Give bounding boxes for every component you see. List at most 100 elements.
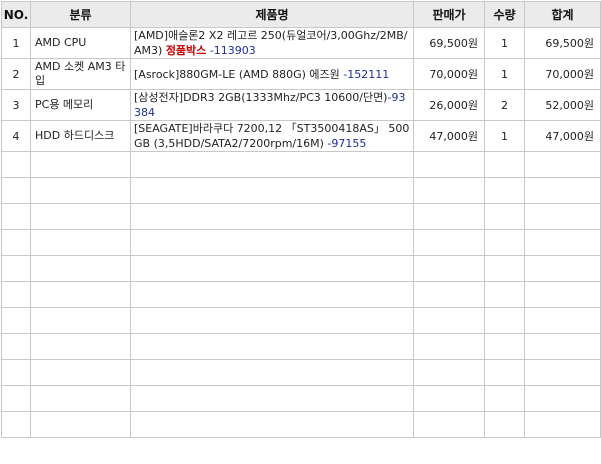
table-row: 1 AMD CPU [AMD]애슬론2 X2 레고르 250(듀얼코어/3,00… [1,27,601,59]
empty-row [1,385,601,412]
product-code: -152111 [343,67,390,81]
empty-cell [413,333,485,360]
empty-cell [413,385,485,412]
empty-cell [30,411,131,438]
row-product: [SEAGATE]바라쿠다 7200,12 「ST3500418AS」 500G… [130,120,414,152]
empty-cell [484,229,525,256]
empty-row [1,255,601,282]
row-no: 1 [1,27,31,59]
empty-cell [1,229,31,256]
empty-row [1,203,601,230]
empty-cell [1,281,31,308]
empty-cell [1,177,31,204]
empty-cell [484,411,525,438]
empty-cell [413,411,485,438]
empty-cell [30,203,131,230]
empty-cell [524,281,601,308]
table-row: 3 PC용 메모리 [삼성전자]DDR3 2GB(1333Mhz/PC3 106… [1,89,601,121]
row-product: [Asrock]880GM-LE (AMD 880G) 에즈원 -152111 [130,58,414,90]
empty-cell [484,359,525,386]
empty-cell [413,281,485,308]
row-category: PC용 메모리 [30,89,131,121]
empty-cell [30,281,131,308]
empty-cell [413,177,485,204]
empty-cell [130,281,414,308]
product-name: [삼성전자]DDR3 2GB(1333Mhz/PC3 10600/단면) [134,91,388,104]
empty-cell [1,151,31,178]
empty-row [1,307,601,334]
empty-cell [524,411,601,438]
row-total: 52,000원 [524,89,601,121]
empty-cell [30,255,131,282]
gift-badge: 정품박스 [165,44,207,57]
empty-cell [484,307,525,334]
empty-cell [413,229,485,256]
empty-cell [30,177,131,204]
empty-cell [413,255,485,282]
empty-cell [30,307,131,334]
empty-cell [1,385,31,412]
empty-row [1,177,601,204]
empty-cell [524,255,601,282]
empty-cell [1,255,31,282]
empty-cell [1,411,31,438]
empty-row [1,333,601,360]
empty-cell [484,255,525,282]
row-qty: 1 [484,58,525,90]
row-price: 26,000원 [413,89,485,121]
empty-cell [524,307,601,334]
product-name: [Asrock]880GM-LE (AMD 880G) 에즈원 [134,67,340,81]
empty-cell [130,177,414,204]
empty-cell [484,203,525,230]
empty-cell [1,307,31,334]
table-row: 2 AMD 소켓 AM3 타입 [Asrock]880GM-LE (AMD 88… [1,58,601,90]
header-total: 합계 [524,1,601,28]
empty-row [1,281,601,308]
empty-row [1,151,601,178]
empty-cell [524,203,601,230]
empty-cell [524,385,601,412]
empty-row [1,411,601,438]
empty-cell [413,307,485,334]
product-code: -113903 [209,44,256,57]
product-name: [SEAGATE]바라쿠다 7200,12 「ST3500418AS」 500G… [134,122,410,150]
row-product: [삼성전자]DDR3 2GB(1333Mhz/PC3 10600/단면)-933… [130,89,414,121]
empty-cell [413,359,485,386]
empty-cell [130,255,414,282]
row-price: 70,000원 [413,58,485,90]
empty-cell [413,203,485,230]
row-qty: 2 [484,89,525,121]
row-product: [AMD]애슬론2 X2 레고르 250(듀얼코어/3,00Ghz/2MB/AM… [130,27,414,59]
empty-cell [524,359,601,386]
empty-cell [130,229,414,256]
row-no: 3 [1,89,31,121]
empty-cell [484,151,525,178]
header-qty: 수량 [484,1,525,28]
row-total: 47,000원 [524,120,601,152]
empty-cell [130,411,414,438]
empty-cell [30,333,131,360]
empty-cell [130,203,414,230]
header-no: NO. [1,1,31,28]
empty-cell [130,359,414,386]
empty-row [1,229,601,256]
empty-cell [130,307,414,334]
empty-cell [30,229,131,256]
quote-window: NO. 분류 제품명 판매가 수량 합계 1 AMD CPU [AMD]애슬론2… [0,0,601,464]
empty-cell [484,385,525,412]
row-no: 4 [1,120,31,152]
empty-cell [130,333,414,360]
header-product: 제품명 [130,1,414,28]
row-total: 69,500원 [524,27,601,59]
empty-cell [1,203,31,230]
empty-cell [30,151,131,178]
row-category: AMD 소켓 AM3 타입 [30,58,131,90]
table-row: 4 HDD 하드디스크 [SEAGATE]바라쿠다 7200,12 「ST350… [1,120,601,152]
empty-cell [30,359,131,386]
header-row: NO. 분류 제품명 판매가 수량 합계 [1,1,601,28]
empty-cell [524,151,601,178]
empty-cell [484,177,525,204]
empty-cell [30,385,131,412]
row-no: 2 [1,58,31,90]
product-code: -97155 [327,137,367,150]
